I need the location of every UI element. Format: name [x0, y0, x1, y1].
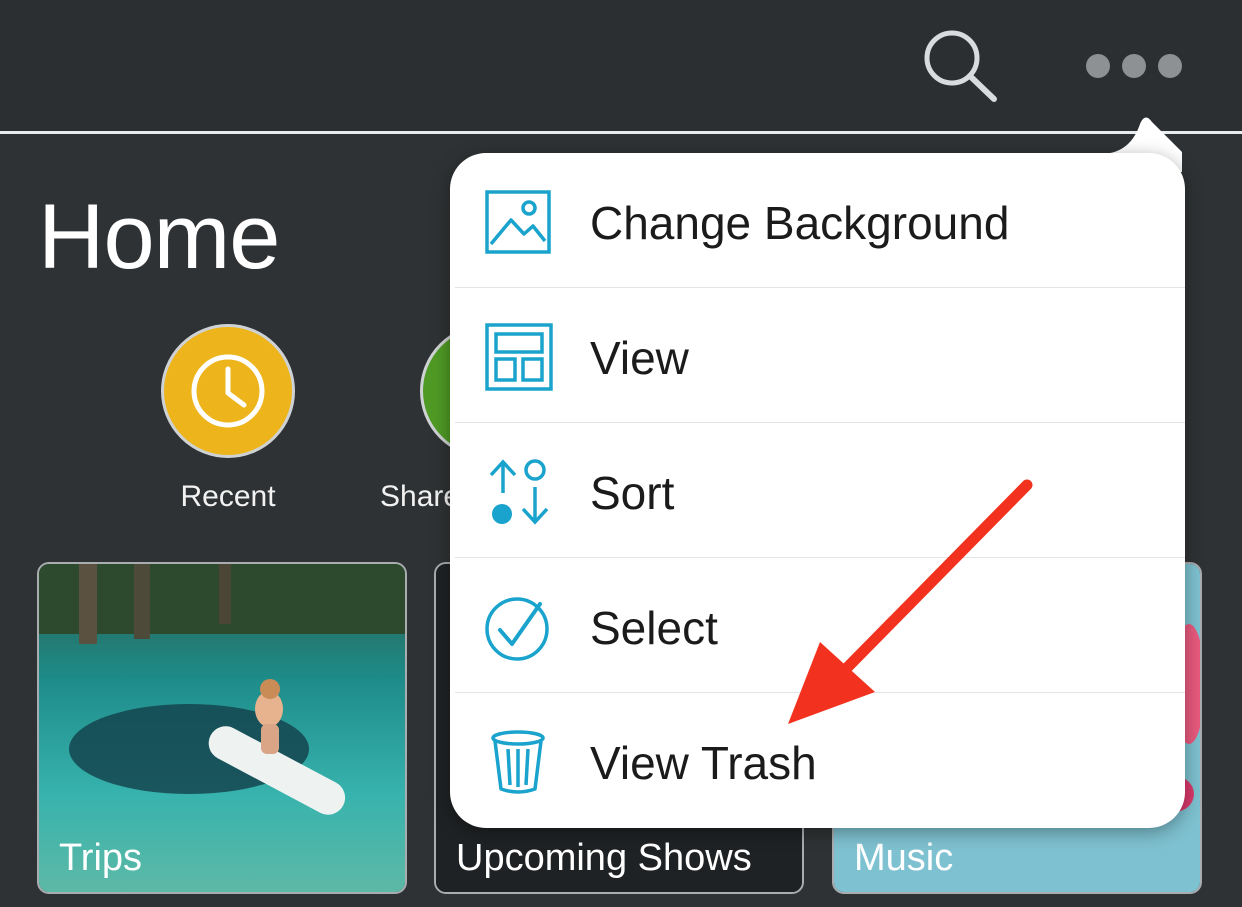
more-options-icon [1086, 54, 1110, 78]
menu-item-change-background[interactable]: Change Background [450, 153, 1185, 288]
album-label: Trips [59, 837, 143, 879]
layout-icon [485, 323, 553, 391]
image-icon [485, 190, 551, 254]
recent-circle [161, 324, 295, 458]
annotation-arrow [788, 479, 1033, 724]
page-title: Home [38, 186, 280, 288]
menu-item-view[interactable]: View [450, 288, 1185, 423]
trash-icon [491, 730, 545, 794]
more-options-button[interactable] [1078, 45, 1188, 85]
menu-item-label: Sort [590, 467, 675, 519]
menu-item-label: View Trash [590, 737, 817, 789]
top-bar-divider [0, 131, 1242, 134]
top-bar [0, 0, 1242, 131]
quick-action-label: Share [380, 480, 450, 513]
sort-icon [489, 459, 549, 525]
quick-action-share[interactable]: Share [380, 324, 450, 514]
menu-item-label: View [590, 332, 689, 384]
clock-icon [191, 354, 265, 428]
quick-action-label: Recent [180, 480, 276, 513]
quick-action-recent[interactable]: Recent [158, 324, 298, 514]
menu-item-label: Change Background [590, 197, 1010, 249]
menu-item-label: Select [590, 602, 718, 654]
search-icon [924, 30, 997, 102]
share-icon [420, 324, 450, 458]
album-label: Upcoming Shows [456, 837, 752, 879]
checkmark-circle-icon [485, 597, 549, 661]
album-tile-trips[interactable]: Trips [37, 562, 407, 894]
search-button[interactable] [918, 26, 1002, 106]
album-label: Music [854, 837, 954, 879]
